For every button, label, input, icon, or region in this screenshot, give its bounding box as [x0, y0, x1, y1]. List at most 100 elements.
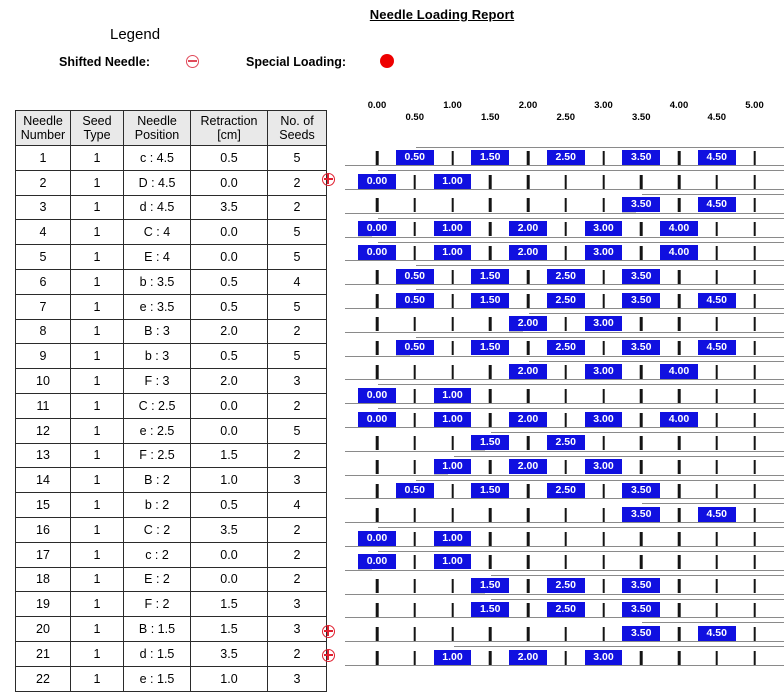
seed-box: 2.50 — [546, 435, 585, 451]
legend-heading: Legend — [110, 26, 161, 43]
chart-tick — [602, 198, 605, 213]
seed-box: 3.00 — [584, 316, 623, 332]
chart-tick — [564, 626, 568, 641]
chart-tick — [375, 436, 379, 451]
chart-row-topline — [378, 408, 784, 410]
chart-tick — [753, 198, 756, 213]
needle-position-cell: F : 3 — [123, 368, 191, 394]
needle-position-cell: b : 3 — [123, 343, 191, 370]
circle-minus-icon — [186, 55, 199, 68]
chart-tick — [715, 650, 719, 665]
no-of-seeds-cell: 2 — [267, 318, 327, 345]
chart-tick — [375, 198, 379, 213]
chart-row-topline — [415, 336, 784, 338]
chart-tick — [564, 364, 568, 379]
seed-box: 4.00 — [660, 221, 698, 237]
table-row: 51E : 4 0.0 5 — [15, 244, 327, 270]
seed-box: 4.00 — [660, 363, 698, 379]
chart-tick — [677, 507, 681, 522]
table-row: 18 1 E : 2 0.0 2 — [15, 566, 327, 593]
chart-tick — [639, 174, 643, 189]
needle-position-cell: F : 2.5 — [123, 442, 191, 469]
legend-entries: Shifted Needle: Special Loading: — [0, 52, 440, 76]
chart-tick — [639, 222, 643, 237]
table-row: 41C : 4 0.0 5 — [15, 219, 327, 246]
chart-tick — [753, 579, 756, 594]
seed-box: 0.00 — [358, 173, 396, 189]
seed-box: 3.00 — [584, 244, 623, 260]
shifted-needle-slot — [320, 311, 342, 335]
chart-tick — [602, 507, 605, 522]
no-of-seeds-cell: 3 — [267, 665, 327, 692]
chart-tick — [677, 460, 681, 475]
seed-box: 2.50 — [546, 578, 585, 594]
chart-tick — [715, 364, 719, 379]
chart-tick — [677, 269, 681, 284]
chart-tick — [488, 198, 492, 213]
chart-row: 0.00 1.00 2.00 3.00 4.00 — [345, 215, 784, 239]
needle-position-cell: D : 4.5 — [123, 169, 191, 196]
chart-tick — [639, 388, 643, 403]
no-of-seeds-cell: 2 — [267, 566, 327, 593]
chart-tick — [451, 483, 454, 498]
chart-tick — [451, 317, 454, 332]
chart-tick — [715, 412, 719, 427]
chart-tick — [564, 317, 568, 332]
chart-tick — [413, 174, 417, 189]
chart-tick — [602, 602, 605, 617]
chart-tick — [526, 483, 530, 498]
needle-position-cell: C : 2.5 — [123, 392, 191, 419]
no-of-seeds-cell: 2 — [267, 169, 327, 196]
chart-tick — [526, 174, 530, 189]
axis-tick-label: 5.00 — [745, 100, 764, 111]
chart-tick — [564, 531, 568, 546]
chart-tick — [715, 317, 719, 332]
chart-tick — [753, 293, 756, 308]
needle-position-cell: F : 2 — [123, 591, 191, 618]
seed-box: 2.00 — [509, 316, 547, 332]
no-of-seeds-cell: 5 — [267, 145, 327, 171]
seed-box: 4.00 — [660, 411, 698, 427]
chart-tick — [413, 317, 417, 332]
shifted-needle-slot — [320, 192, 342, 216]
chart-tick — [753, 245, 756, 260]
header-line-1: Needle — [137, 114, 177, 128]
chart-tick — [564, 198, 568, 213]
seed-box: 2.00 — [509, 221, 547, 237]
chart-tick — [488, 412, 492, 427]
no-of-seeds-cell: 2 — [267, 442, 327, 469]
header-line-2: Number — [20, 128, 66, 142]
axis-tick-label: 2.50 — [556, 112, 576, 123]
seed-box: 3.00 — [584, 649, 623, 665]
chart-tick — [488, 222, 492, 237]
seed-box: 1.50 — [471, 435, 510, 451]
legend-special-loading-label: Special Loading: — [246, 55, 347, 69]
shifted-needle-icon — [322, 648, 335, 662]
retraction-cell: 2.0 — [190, 318, 268, 345]
chart-tick — [413, 579, 417, 594]
chart-tick — [526, 198, 530, 213]
chart-tick — [677, 341, 681, 356]
seed-box: 2.50 — [546, 292, 585, 308]
chart-tick — [451, 293, 454, 308]
table-row: 19 1 F : 2 1.5 3 — [15, 591, 327, 618]
needle-number-cell: 3 — [15, 194, 71, 221]
chart-tick — [488, 317, 492, 332]
table-row: 10 1 F : 3 2.0 3 — [15, 368, 327, 394]
needle-position-cell: E : 2 — [123, 566, 191, 593]
chart-row-baseline — [345, 522, 784, 524]
chart-tick — [564, 507, 568, 522]
seed-box: 3.50 — [622, 292, 661, 308]
seed-type-cell: 1 — [70, 665, 124, 692]
page-title: Needle Loading Report — [369, 7, 515, 22]
chart-tick — [488, 507, 492, 522]
chart-tick — [639, 412, 643, 427]
seed-box: 3.50 — [622, 506, 661, 522]
no-of-seeds-cell: 3 — [267, 591, 327, 618]
chart-row: 0.50 1.50 2.50 3.50 — [345, 477, 784, 501]
needle-number-cell: 16 — [15, 516, 71, 543]
chart-row-baseline — [345, 474, 784, 476]
chart-tick — [715, 174, 719, 189]
shifted-needle-slot — [320, 358, 342, 382]
chart-row-topline — [642, 503, 784, 505]
